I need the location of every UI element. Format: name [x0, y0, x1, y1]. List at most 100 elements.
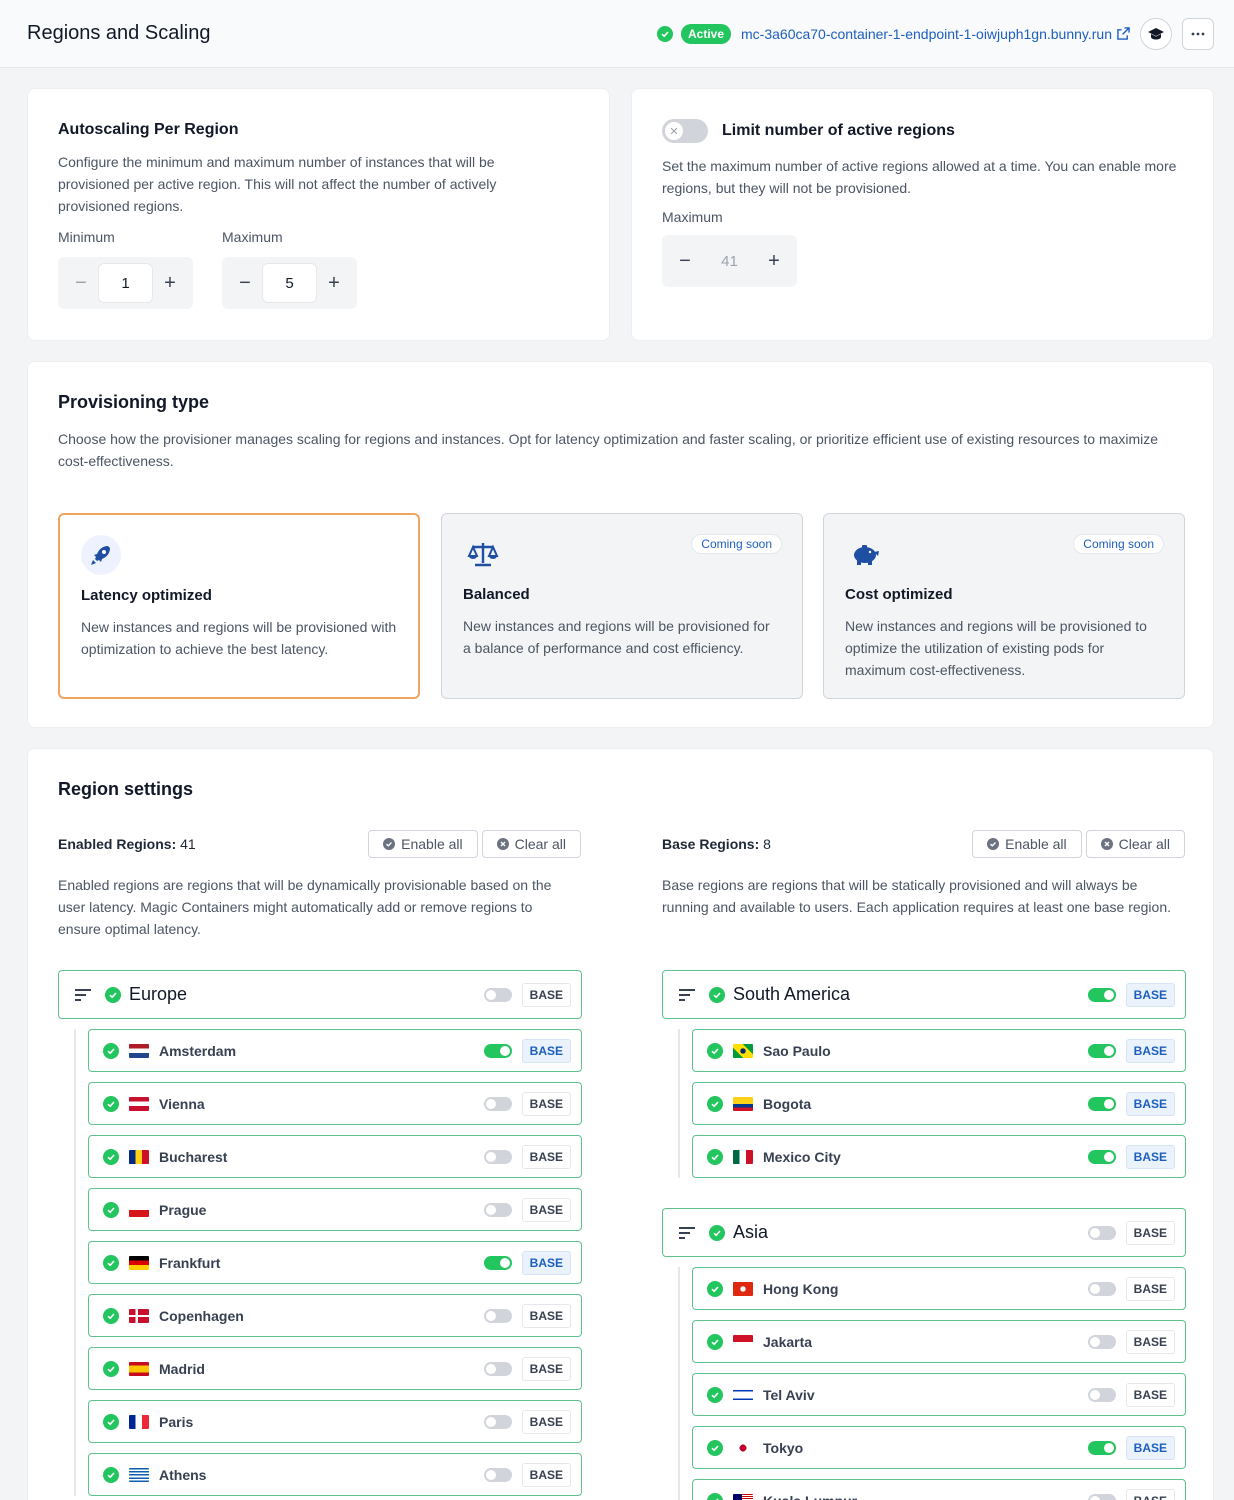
check-circle-icon[interactable]: [707, 1042, 723, 1059]
base-tag[interactable]: BASE: [1125, 1038, 1175, 1063]
region-city-hong-kong[interactable]: Hong Kong BASE: [692, 1267, 1186, 1310]
base-toggle[interactable]: [483, 1043, 512, 1058]
region-group-header[interactable]: Asia BASE: [662, 1208, 1186, 1257]
base-toggle[interactable]: [1087, 1493, 1116, 1500]
base-toggle[interactable]: [483, 1096, 512, 1111]
base-toggle[interactable]: [483, 1255, 512, 1270]
minimum-increment-button[interactable]: +: [153, 272, 187, 295]
clear-all-button[interactable]: Clear all: [481, 830, 581, 858]
region-city-tel-aviv[interactable]: Tel Aviv BASE: [692, 1373, 1186, 1416]
base-toggle[interactable]: [483, 1361, 512, 1376]
limit-increment-button[interactable]: +: [757, 250, 791, 273]
base-tag[interactable]: BASE: [521, 1197, 571, 1222]
maximum-increment-button[interactable]: +: [317, 272, 351, 295]
region-city-kuala-lumpur[interactable]: Kuala Lumpur BASE: [692, 1479, 1186, 1500]
maximum-decrement-button[interactable]: −: [228, 272, 262, 295]
check-circle-icon[interactable]: [103, 1148, 119, 1165]
region-city-paris[interactable]: Paris BASE: [88, 1400, 582, 1443]
base-toggle[interactable]: [1087, 1281, 1116, 1296]
base-tag[interactable]: BASE: [521, 982, 571, 1007]
base-toggle[interactable]: [483, 1202, 512, 1217]
endpoint-link[interactable]: mc-3a60ca70-container-1-endpoint-1-oiwju…: [741, 26, 1130, 42]
base-toggle[interactable]: [483, 987, 512, 1002]
base-toggle[interactable]: [483, 1149, 512, 1164]
base-tag[interactable]: BASE: [521, 1356, 571, 1381]
region-city-tokyo[interactable]: Tokyo BASE: [692, 1426, 1186, 1469]
provisioning-option-latency[interactable]: Latency optimized New instances and regi…: [58, 513, 420, 699]
minimum-decrement-button[interactable]: −: [64, 272, 98, 295]
base-toggle[interactable]: [1087, 1043, 1116, 1058]
check-circle-icon[interactable]: [103, 1360, 119, 1377]
base-toggle[interactable]: [483, 1414, 512, 1429]
more-icon[interactable]: [1182, 17, 1214, 50]
base-tag[interactable]: BASE: [521, 1250, 571, 1275]
base-tag[interactable]: BASE: [1125, 1329, 1175, 1354]
check-circle-icon[interactable]: [707, 1439, 723, 1456]
base-toggle[interactable]: [1087, 1096, 1116, 1111]
base-tag[interactable]: BASE: [1125, 1276, 1175, 1301]
check-circle-icon[interactable]: [707, 1386, 723, 1403]
check-circle-icon[interactable]: [709, 986, 725, 1003]
base-tag[interactable]: BASE: [1125, 1144, 1175, 1169]
base-toggle[interactable]: [1087, 987, 1116, 1002]
region-city-sao-paulo[interactable]: Sao Paulo BASE: [692, 1029, 1186, 1072]
region-city-prague[interactable]: Prague BASE: [88, 1188, 582, 1231]
base-tag[interactable]: BASE: [521, 1144, 571, 1169]
graduation-cap-icon[interactable]: [1140, 17, 1172, 50]
region-city-amsterdam[interactable]: Amsterdam BASE: [88, 1029, 582, 1072]
base-tag[interactable]: BASE: [1125, 1091, 1175, 1116]
base-toggle[interactable]: [1087, 1440, 1116, 1455]
base-tag[interactable]: BASE: [521, 1409, 571, 1434]
base-enable-all-button[interactable]: Enable all: [972, 830, 1082, 858]
base-tag[interactable]: BASE: [521, 1462, 571, 1487]
check-circle-icon[interactable]: [103, 1413, 119, 1430]
check-circle-icon[interactable]: [707, 1095, 723, 1112]
check-circle-icon[interactable]: [103, 1466, 119, 1483]
base-tag[interactable]: BASE: [1125, 1488, 1175, 1500]
region-city-athens[interactable]: Athens BASE: [88, 1453, 582, 1496]
check-circle-icon[interactable]: [103, 1095, 119, 1112]
limit-decrement-button[interactable]: −: [668, 250, 702, 273]
limit-maximum-input[interactable]: 41: [702, 241, 757, 281]
base-clear-all-button[interactable]: Clear all: [1085, 830, 1185, 858]
base-tag[interactable]: BASE: [1125, 1382, 1175, 1407]
check-circle-icon[interactable]: [105, 986, 121, 1003]
region-group-header[interactable]: Europe BASE: [58, 970, 582, 1019]
region-group-header[interactable]: South America BASE: [662, 970, 1186, 1019]
check-circle-icon[interactable]: [103, 1307, 119, 1324]
region-city-bogota[interactable]: Bogota BASE: [692, 1082, 1186, 1125]
base-toggle[interactable]: [483, 1308, 512, 1323]
check-circle-icon[interactable]: [707, 1333, 723, 1350]
base-tag[interactable]: BASE: [1125, 1435, 1175, 1460]
limit-regions-toggle[interactable]: ✕: [662, 119, 708, 143]
region-city-vienna[interactable]: Vienna BASE: [88, 1082, 582, 1125]
base-toggle[interactable]: [1087, 1387, 1116, 1402]
region-city-bucharest[interactable]: Bucharest BASE: [88, 1135, 582, 1178]
check-circle-icon[interactable]: [103, 1254, 119, 1271]
base-toggle[interactable]: [1087, 1149, 1116, 1164]
base-toggle[interactable]: [1087, 1225, 1116, 1240]
region-city-jakarta[interactable]: Jakarta BASE: [692, 1320, 1186, 1363]
maximum-input[interactable]: 5: [262, 263, 317, 303]
provisioning-option-cost[interactable]: Coming soon Cost optimized New instances…: [823, 513, 1185, 699]
check-circle-icon[interactable]: [707, 1148, 723, 1165]
base-toggle[interactable]: [1087, 1334, 1116, 1349]
base-tag[interactable]: BASE: [1125, 1220, 1175, 1245]
check-circle-icon[interactable]: [103, 1201, 119, 1218]
base-tag[interactable]: BASE: [1125, 982, 1175, 1007]
base-tag[interactable]: BASE: [521, 1038, 571, 1063]
check-circle-icon[interactable]: [707, 1280, 723, 1297]
base-tag[interactable]: BASE: [521, 1303, 571, 1328]
base-tag[interactable]: BASE: [521, 1091, 571, 1116]
region-city-madrid[interactable]: Madrid BASE: [88, 1347, 582, 1390]
minimum-input[interactable]: 1: [98, 263, 153, 303]
check-circle-icon[interactable]: [103, 1042, 119, 1059]
provisioning-option-balanced[interactable]: Coming soon Balanced New instances and r…: [441, 513, 803, 699]
region-city-frankfurt[interactable]: Frankfurt BASE: [88, 1241, 582, 1284]
region-city-copenhagen[interactable]: Copenhagen BASE: [88, 1294, 582, 1337]
region-city-mexico-city[interactable]: Mexico City BASE: [692, 1135, 1186, 1178]
enable-all-button[interactable]: Enable all: [368, 830, 478, 858]
check-circle-icon[interactable]: [709, 1224, 725, 1241]
base-toggle[interactable]: [483, 1467, 512, 1482]
check-circle-icon[interactable]: [707, 1492, 723, 1500]
